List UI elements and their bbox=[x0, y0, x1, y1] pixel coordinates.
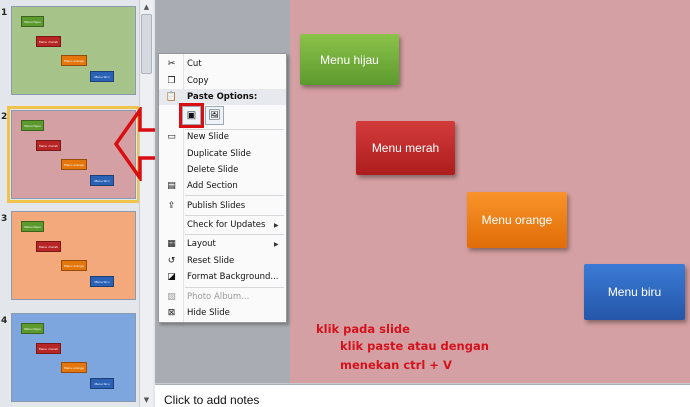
reset-icon: ↺ bbox=[167, 256, 176, 266]
slide-thumbnail-pane: 1 Menu hijau Menu merah Menu orange Menu… bbox=[0, 0, 155, 407]
layout-icon: ▦ bbox=[167, 239, 176, 249]
menu-item-copy-label: Copy bbox=[187, 76, 209, 86]
menu-separator bbox=[185, 234, 284, 235]
slide-number-3: 3 bbox=[1, 214, 8, 224]
slide-number-4: 4 bbox=[1, 316, 8, 326]
menu-item-publish-slides-label: Publish Slides bbox=[187, 201, 246, 211]
submenu-arrow-icon: ▶ bbox=[274, 240, 279, 248]
notes-placeholder: Click to add notes bbox=[164, 393, 260, 407]
menu-item-reset-slide[interactable]: ↺ Reset Slide bbox=[159, 253, 286, 269]
menu-item-delete-slide[interactable]: Delete Slide bbox=[159, 162, 286, 178]
menu-item-copy[interactable]: ❐ Copy bbox=[159, 73, 286, 89]
menu-merah-button[interactable]: Menu merah bbox=[356, 121, 455, 175]
clipboard-icon: 📋 bbox=[165, 92, 178, 102]
menu-item-add-section-label: Add Section bbox=[187, 181, 238, 191]
menu-item-new-slide[interactable]: ▭ New Slide bbox=[159, 129, 286, 145]
menu-paste-options-header: 📋 Paste Options: bbox=[159, 89, 286, 105]
menu-item-format-background-label: Format Background... bbox=[187, 272, 279, 282]
menu-item-hide-slide-label: Hide Slide bbox=[187, 308, 230, 318]
paste-as-picture-button[interactable]: 🖼 bbox=[205, 106, 224, 125]
menu-item-check-for-updates-label: Check for Updates bbox=[187, 220, 266, 230]
menu-item-new-slide-label: New Slide bbox=[187, 132, 229, 142]
thumb-menu-orange: Menu orange bbox=[61, 260, 87, 271]
context-menu: ✂ Cut ❐ Copy 📋 Paste Options: ▣ 🖼 ▭ New … bbox=[158, 53, 287, 323]
section-icon: ▤ bbox=[167, 181, 176, 191]
picture-icon: 🖼 bbox=[208, 110, 221, 121]
slide-number-1: 1 bbox=[1, 8, 8, 18]
menu-item-cut[interactable]: ✂ Cut bbox=[159, 56, 286, 72]
slide-thumbnail-1[interactable]: Menu hijau Menu merah Menu orange Menu b… bbox=[11, 6, 136, 95]
publish-icon: ⇪ bbox=[167, 201, 176, 211]
menu-biru-label: Menu biru bbox=[607, 285, 662, 299]
thumb-menu-merah: Menu merah bbox=[36, 343, 61, 354]
thumb-menu-biru: Menu biru bbox=[90, 175, 114, 186]
scroll-up-icon[interactable]: ▲ bbox=[141, 1, 152, 12]
scrollbar-thumb[interactable] bbox=[141, 14, 152, 74]
submenu-arrow-icon: ▶ bbox=[274, 221, 279, 229]
slide-canvas[interactable]: Menu hijau Menu merah Menu orange Menu b… bbox=[290, 0, 690, 383]
thumb-menu-merah: Menu merah bbox=[36, 140, 61, 151]
menu-orange-label: Menu orange bbox=[481, 213, 553, 227]
slide-thumbnail-3[interactable]: Menu hijau Menu merah Menu orange Menu b… bbox=[11, 211, 136, 300]
menu-item-duplicate-slide-label: Duplicate Slide bbox=[187, 149, 251, 159]
menu-item-format-background[interactable]: ◪ Format Background... bbox=[159, 269, 286, 285]
thumb-menu-hijau: Menu hijau bbox=[21, 120, 44, 131]
new-slide-icon: ▭ bbox=[167, 132, 176, 142]
thumb-menu-orange: Menu orange bbox=[61, 362, 87, 373]
menu-item-check-for-updates[interactable]: Check for Updates ▶ bbox=[159, 217, 286, 233]
menu-item-duplicate-slide[interactable]: Duplicate Slide bbox=[159, 146, 286, 162]
menu-orange-button[interactable]: Menu orange bbox=[467, 192, 567, 248]
notes-pane[interactable]: Click to add notes bbox=[155, 384, 690, 407]
menu-item-reset-slide-label: Reset Slide bbox=[187, 256, 235, 266]
thumb-menu-hijau: Menu hijau bbox=[21, 221, 44, 232]
menu-item-publish-slides[interactable]: ⇪ Publish Slides bbox=[159, 198, 286, 214]
photo-album-icon: ▨ bbox=[167, 292, 176, 302]
menu-item-add-section[interactable]: ▤ Add Section bbox=[159, 178, 286, 194]
annotation-line-3: menekan ctrl + V bbox=[340, 358, 452, 372]
scroll-down-icon[interactable]: ▼ bbox=[141, 394, 152, 405]
annotation-line-1: klik pada slide bbox=[316, 322, 410, 336]
thumb-menu-orange: Menu orange bbox=[61, 159, 87, 170]
copy-icon: ❐ bbox=[167, 76, 176, 86]
menu-item-layout-label: Layout bbox=[187, 239, 216, 249]
paint-bucket-icon: ◪ bbox=[167, 272, 176, 282]
thumbnail-scrollbar[interactable]: ▲ ▼ bbox=[139, 0, 153, 407]
menu-item-cut-label: Cut bbox=[187, 59, 202, 69]
menu-hijau-button[interactable]: Menu hijau bbox=[300, 34, 399, 85]
menu-item-photo-album-label: Photo Album... bbox=[187, 292, 250, 302]
menu-item-photo-album: ▨ Photo Album... bbox=[159, 289, 286, 305]
menu-item-layout[interactable]: ▦ Layout ▶ bbox=[159, 236, 286, 252]
paste-keep-formatting-button[interactable]: ▣ bbox=[179, 103, 204, 128]
menu-separator bbox=[185, 195, 284, 196]
slide-number-2: 2 bbox=[1, 112, 8, 122]
menu-merah-label: Menu merah bbox=[371, 141, 440, 155]
slide-thumbnail-4[interactable]: Menu hijau Menu merah Menu orange Menu b… bbox=[11, 313, 136, 402]
thumb-menu-biru: Menu biru bbox=[90, 276, 114, 287]
menu-separator bbox=[185, 215, 284, 216]
scissors-icon: ✂ bbox=[167, 59, 176, 69]
thumb-menu-orange: Menu orange bbox=[61, 55, 87, 66]
menu-item-delete-slide-label: Delete Slide bbox=[187, 165, 239, 175]
hide-slide-icon: ⊠ bbox=[167, 308, 176, 318]
menu-separator bbox=[185, 287, 284, 288]
thumb-menu-biru: Menu biru bbox=[90, 71, 114, 82]
menu-item-hide-slide[interactable]: ⊠ Hide Slide bbox=[159, 305, 286, 321]
thumb-menu-merah: Menu merah bbox=[36, 241, 61, 252]
menu-biru-button[interactable]: Menu biru bbox=[584, 264, 685, 320]
paste-icon: ▣ bbox=[186, 110, 197, 121]
menu-hijau-label: Menu hijau bbox=[320, 52, 379, 67]
thumb-menu-biru: Menu biru bbox=[90, 378, 114, 389]
annotation-line-2: klik paste atau dengan bbox=[340, 339, 489, 353]
thumb-menu-hijau: Menu hijau bbox=[21, 323, 44, 334]
thumb-menu-merah: Menu merah bbox=[36, 36, 61, 47]
thumb-menu-hijau: Menu hijau bbox=[21, 16, 44, 27]
paste-options-label: Paste Options: bbox=[187, 92, 258, 102]
